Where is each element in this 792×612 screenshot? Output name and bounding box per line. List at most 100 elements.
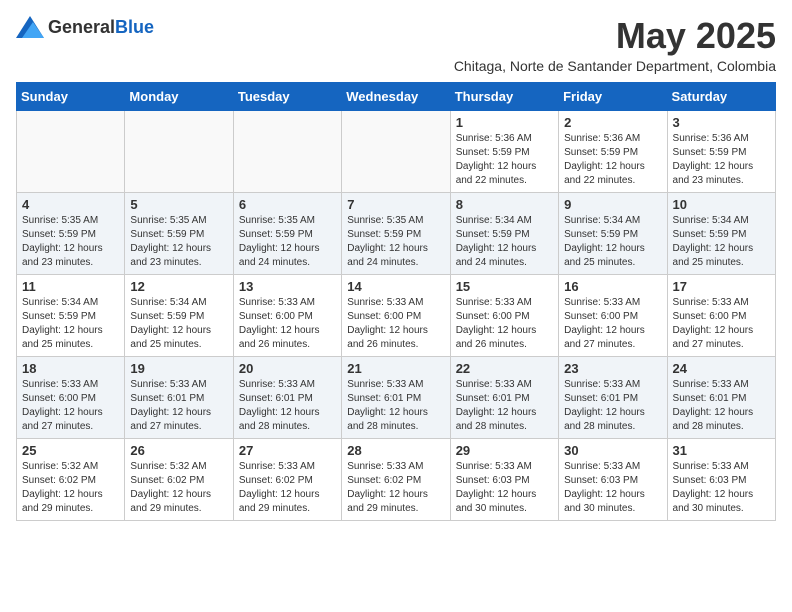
logo-text: GeneralBlue <box>48 17 154 38</box>
day-number: 9 <box>564 197 661 212</box>
week-row-1: 1 Sunrise: 5:36 AM Sunset: 5:59 PM Daylig… <box>17 110 776 192</box>
day-number: 11 <box>22 279 119 294</box>
calendar-cell: 24 Sunrise: 5:33 AM Sunset: 6:01 PM Dayli… <box>667 356 775 438</box>
header-day-saturday: Saturday <box>667 82 775 110</box>
day-info: Sunrise: 5:33 AM Sunset: 6:01 PM Dayligh… <box>347 378 444 434</box>
calendar-cell: 13 Sunrise: 5:33 AM Sunset: 6:00 PM Dayli… <box>233 274 341 356</box>
day-info: Sunrise: 5:33 AM Sunset: 6:03 PM Dayligh… <box>564 460 661 516</box>
calendar-cell: 27 Sunrise: 5:33 AM Sunset: 6:02 PM Dayli… <box>233 438 341 520</box>
logo: GeneralBlue <box>16 16 154 38</box>
header: GeneralBlue May 2025 Chitaga, Norte de S… <box>16 16 776 74</box>
calendar-cell: 28 Sunrise: 5:33 AM Sunset: 6:02 PM Dayli… <box>342 438 450 520</box>
day-info: Sunrise: 5:33 AM Sunset: 6:00 PM Dayligh… <box>347 296 444 352</box>
week-row-5: 25 Sunrise: 5:32 AM Sunset: 6:02 PM Dayli… <box>17 438 776 520</box>
day-info: Sunrise: 5:33 AM Sunset: 6:01 PM Dayligh… <box>673 378 770 434</box>
day-info: Sunrise: 5:35 AM Sunset: 5:59 PM Dayligh… <box>130 214 227 270</box>
calendar-cell: 20 Sunrise: 5:33 AM Sunset: 6:01 PM Dayli… <box>233 356 341 438</box>
day-number: 26 <box>130 443 227 458</box>
day-number: 27 <box>239 443 336 458</box>
calendar-cell: 8 Sunrise: 5:34 AM Sunset: 5:59 PM Daylig… <box>450 192 558 274</box>
calendar-cell: 14 Sunrise: 5:33 AM Sunset: 6:00 PM Dayli… <box>342 274 450 356</box>
day-number: 1 <box>456 115 553 130</box>
week-row-3: 11 Sunrise: 5:34 AM Sunset: 5:59 PM Dayli… <box>17 274 776 356</box>
day-number: 23 <box>564 361 661 376</box>
day-number: 10 <box>673 197 770 212</box>
title-area: May 2025 Chitaga, Norte de Santander Dep… <box>454 16 776 74</box>
day-number: 25 <box>22 443 119 458</box>
day-number: 28 <box>347 443 444 458</box>
day-number: 17 <box>673 279 770 294</box>
calendar-cell: 12 Sunrise: 5:34 AM Sunset: 5:59 PM Dayli… <box>125 274 233 356</box>
day-info: Sunrise: 5:33 AM Sunset: 6:01 PM Dayligh… <box>130 378 227 434</box>
calendar-subtitle: Chitaga, Norte de Santander Department, … <box>454 58 776 74</box>
calendar-body: 1 Sunrise: 5:36 AM Sunset: 5:59 PM Daylig… <box>17 110 776 520</box>
day-info: Sunrise: 5:35 AM Sunset: 5:59 PM Dayligh… <box>347 214 444 270</box>
calendar-cell: 1 Sunrise: 5:36 AM Sunset: 5:59 PM Daylig… <box>450 110 558 192</box>
day-info: Sunrise: 5:33 AM Sunset: 6:00 PM Dayligh… <box>22 378 119 434</box>
calendar-cell: 22Sunrise: 5:33 AM Sunset: 6:01 PM Dayli… <box>450 356 558 438</box>
day-number: 14 <box>347 279 444 294</box>
day-number: 12 <box>130 279 227 294</box>
calendar-cell: 4Sunrise: 5:35 AM Sunset: 5:59 PM Daylig… <box>17 192 125 274</box>
day-info: Sunrise: 5:33 AM Sunset: 6:01 PM Dayligh… <box>564 378 661 434</box>
header-day-monday: Monday <box>125 82 233 110</box>
day-number: 13 <box>239 279 336 294</box>
logo-general: General <box>48 17 115 37</box>
calendar-cell: 21 Sunrise: 5:33 AM Sunset: 6:01 PM Dayli… <box>342 356 450 438</box>
header-day-wednesday: Wednesday <box>342 82 450 110</box>
day-info: Sunrise: 5:34 AM Sunset: 5:59 PM Dayligh… <box>456 214 553 270</box>
calendar-cell: 30 Sunrise: 5:33 AM Sunset: 6:03 PM Dayli… <box>559 438 667 520</box>
header-day-sunday: Sunday <box>17 82 125 110</box>
day-number: 24 <box>673 361 770 376</box>
day-info: Sunrise: 5:33 AM Sunset: 6:00 PM Dayligh… <box>456 296 553 352</box>
day-info: Sunrise: 5:33 AM Sunset: 6:00 PM Dayligh… <box>239 296 336 352</box>
day-info: Sunrise: 5:36 AM Sunset: 5:59 PM Dayligh… <box>564 132 661 188</box>
week-row-4: 18 Sunrise: 5:33 AM Sunset: 6:00 PM Dayli… <box>17 356 776 438</box>
day-number: 5 <box>130 197 227 212</box>
logo-blue: Blue <box>115 17 154 37</box>
day-info: Sunrise: 5:33 AM Sunset: 6:03 PM Dayligh… <box>673 460 770 516</box>
calendar-cell: 23 Sunrise: 5:33 AM Sunset: 6:01 PM Dayli… <box>559 356 667 438</box>
week-row-2: 4 Sunrise: 5:35 AM Sunset: 5:59 PM Daylig… <box>17 192 776 274</box>
day-number: 7 <box>347 197 444 212</box>
day-number: 8 <box>456 197 553 212</box>
day-number: 16 <box>564 279 661 294</box>
day-info: Sunrise: 5:33 AM Sunset: 6:02 PM Dayligh… <box>239 460 336 516</box>
calendar-cell: 3Sunrise: 5:36 AM Sunset: 5:59 PM Daylig… <box>667 110 775 192</box>
header-day-friday: Friday <box>559 82 667 110</box>
calendar-cell: 5 Sunrise: 5:35 AM Sunset: 5:59 PM Daylig… <box>125 192 233 274</box>
day-number: 31 <box>673 443 770 458</box>
calendar-cell: 19 Sunrise: 5:33 AM Sunset: 6:01 PM Dayli… <box>125 356 233 438</box>
calendar-cell: 17 Sunrise: 5:33 AM Sunset: 6:00 PM Dayli… <box>667 274 775 356</box>
calendar-cell: 9Sunrise: 5:34 AM Sunset: 5:59 PM Daylig… <box>559 192 667 274</box>
day-number: 20 <box>239 361 336 376</box>
logo-icon <box>16 16 44 38</box>
day-number: 6 <box>239 197 336 212</box>
day-number: 19 <box>130 361 227 376</box>
day-number: 29 <box>456 443 553 458</box>
day-number: 4 <box>22 197 119 212</box>
calendar-cell: 6Sunrise: 5:35 AM Sunset: 5:59 PM Daylig… <box>233 192 341 274</box>
day-info: Sunrise: 5:33 AM Sunset: 6:01 PM Dayligh… <box>239 378 336 434</box>
day-info: Sunrise: 5:32 AM Sunset: 6:02 PM Dayligh… <box>130 460 227 516</box>
day-number: 21 <box>347 361 444 376</box>
calendar-header: SundayMondayTuesdayWednesdayThursdayFrid… <box>17 82 776 110</box>
calendar-cell <box>17 110 125 192</box>
day-info: Sunrise: 5:36 AM Sunset: 5:59 PM Dayligh… <box>456 132 553 188</box>
day-info: Sunrise: 5:33 AM Sunset: 6:03 PM Dayligh… <box>456 460 553 516</box>
day-info: Sunrise: 5:34 AM Sunset: 5:59 PM Dayligh… <box>22 296 119 352</box>
calendar-cell: 2Sunrise: 5:36 AM Sunset: 5:59 PM Daylig… <box>559 110 667 192</box>
calendar-title: May 2025 <box>454 16 776 56</box>
calendar-cell: 15Sunrise: 5:33 AM Sunset: 6:00 PM Dayli… <box>450 274 558 356</box>
calendar-cell: 29 Sunrise: 5:33 AM Sunset: 6:03 PM Dayli… <box>450 438 558 520</box>
calendar-cell: 25Sunrise: 5:32 AM Sunset: 6:02 PM Dayli… <box>17 438 125 520</box>
header-day-thursday: Thursday <box>450 82 558 110</box>
day-info: Sunrise: 5:33 AM Sunset: 6:02 PM Dayligh… <box>347 460 444 516</box>
calendar-cell: 10Sunrise: 5:34 AM Sunset: 5:59 PM Dayli… <box>667 192 775 274</box>
day-number: 18 <box>22 361 119 376</box>
day-info: Sunrise: 5:34 AM Sunset: 5:59 PM Dayligh… <box>130 296 227 352</box>
day-info: Sunrise: 5:33 AM Sunset: 6:00 PM Dayligh… <box>673 296 770 352</box>
header-day-tuesday: Tuesday <box>233 82 341 110</box>
day-number: 30 <box>564 443 661 458</box>
calendar-cell <box>342 110 450 192</box>
